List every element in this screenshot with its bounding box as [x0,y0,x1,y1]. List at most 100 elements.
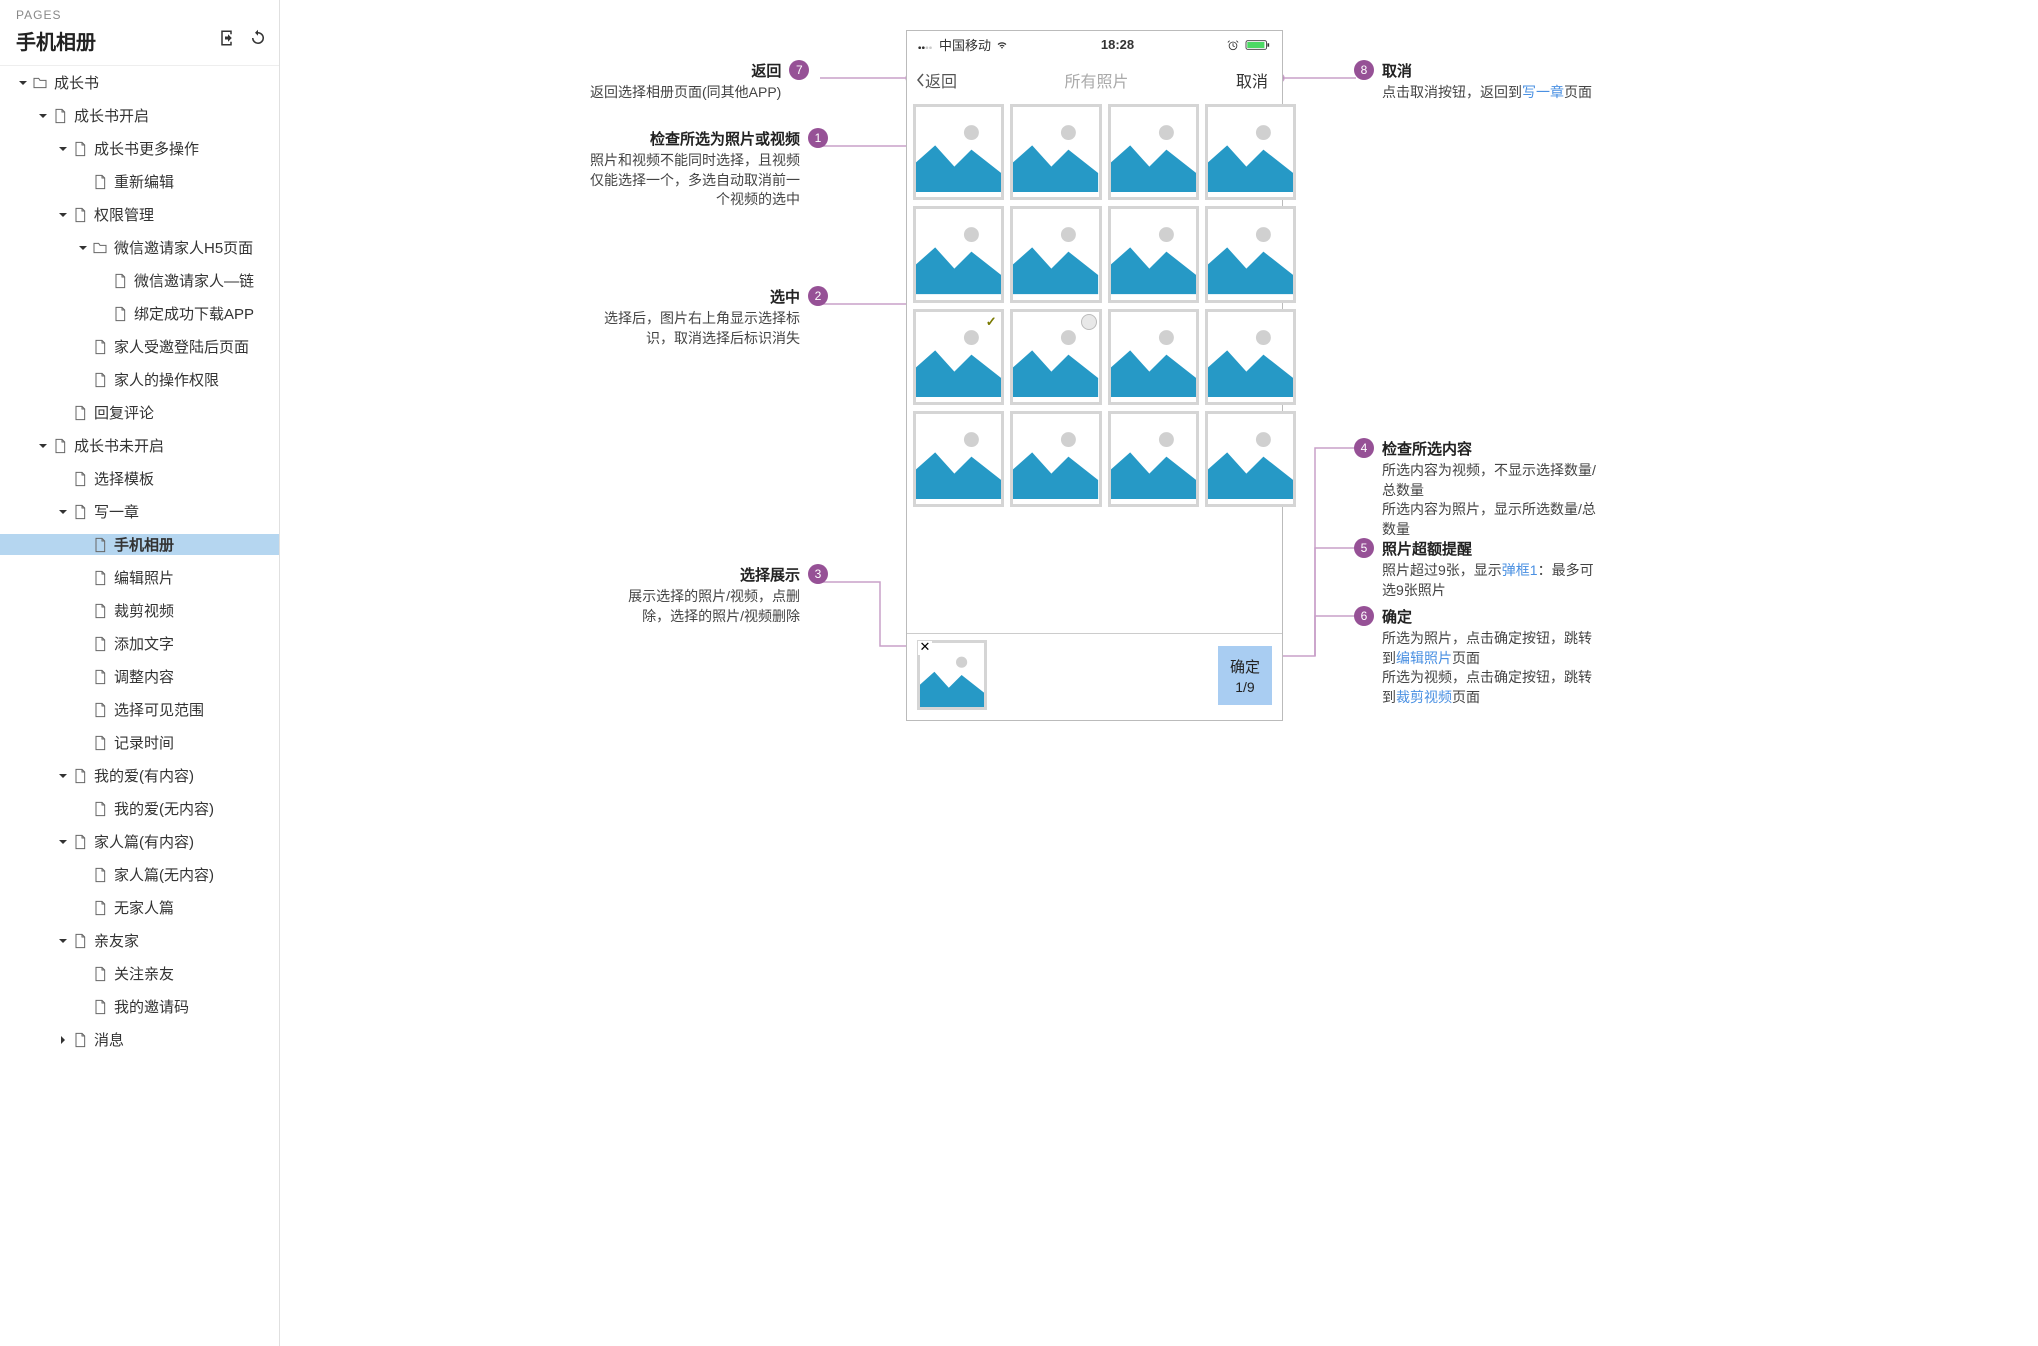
tree-item[interactable]: 家人的操作权限 [0,363,279,396]
annotation-title: 取消 [1382,60,1592,81]
export-icon[interactable] [219,29,237,52]
image-placeholder-icon [1208,414,1293,499]
tree-item[interactable]: 家人篇(无内容) [0,858,279,891]
photo-thumb[interactable] [1205,104,1296,200]
tree-item[interactable]: 记录时间 [0,726,279,759]
photo-thumb[interactable] [1010,104,1101,200]
tree-item[interactable]: 无家人篇 [0,891,279,924]
tree-item-label: 写一章 [94,501,139,522]
tree-item[interactable]: 微信邀请家人H5页面 [0,231,279,264]
twisty-icon[interactable] [76,243,90,253]
tree-item[interactable]: 成长书未开启 [0,429,279,462]
photo-thumb[interactable] [1205,309,1296,405]
tree-item[interactable]: 调整内容 [0,660,279,693]
folder-icon [32,75,48,91]
annotation-body: 点击取消按钮，返回到写一章页面 [1382,83,1592,103]
annotation-2: 2 选中 选择后，图片右上角显示选择标识，取消选择后标识消失 [590,286,828,348]
tree-item[interactable]: 重新编辑 [0,165,279,198]
photo-thumb[interactable] [1010,309,1101,405]
tree-item[interactable]: 选择可见范围 [0,693,279,726]
photo-thumb[interactable] [913,206,1004,302]
tree-item[interactable]: 我的邀请码 [0,990,279,1023]
photo-thumb[interactable] [1010,411,1101,507]
image-placeholder-icon [1111,312,1196,397]
remove-selection-icon[interactable]: ✕ [918,641,932,655]
photo-thumb[interactable] [1108,411,1199,507]
page-icon [72,471,88,487]
link-edit-photo[interactable]: 编辑照片 [1396,650,1452,666]
tree-item[interactable]: 添加文字 [0,627,279,660]
page-icon [72,405,88,421]
page-icon [72,933,88,949]
twisty-icon[interactable] [36,441,50,451]
selected-preview[interactable]: ✕ [917,640,987,710]
image-placeholder-icon [1111,414,1196,499]
tree-item[interactable]: 我的爱(无内容) [0,792,279,825]
tree-item[interactable]: 成长书 [0,66,279,99]
twisty-icon[interactable] [16,78,30,88]
image-placeholder-icon [916,414,1001,499]
signal-icon [917,39,935,51]
photo-thumb[interactable] [913,104,1004,200]
tree-item[interactable]: 权限管理 [0,198,279,231]
back-button[interactable]: 返回 [915,68,957,92]
tree-item[interactable]: 我的爱(有内容) [0,759,279,792]
page-icon [92,603,108,619]
photo-thumb[interactable] [913,411,1004,507]
link-write-chapter[interactable]: 写一章 [1522,84,1564,100]
tree-item[interactable]: 写一章 [0,495,279,528]
image-placeholder-icon [916,209,1001,294]
tree-item-label: 权限管理 [94,204,154,225]
twisty-icon[interactable] [56,210,70,220]
annotation-badge: 7 [789,60,809,80]
tree-item-label: 重新编辑 [114,171,174,192]
tree-item[interactable]: 成长书开启 [0,99,279,132]
tree-item[interactable]: 微信邀请家人—链 [0,264,279,297]
tree-item-label: 添加文字 [114,633,174,654]
tree-item[interactable]: 绑定成功下载APP [0,297,279,330]
page-icon [92,999,108,1015]
tree-item[interactable]: 亲友家 [0,924,279,957]
link-crop-video[interactable]: 裁剪视频 [1396,689,1452,705]
wifi-icon [995,39,1009,51]
connector-line [820,70,920,90]
page-icon [52,108,68,124]
image-placeholder-icon [1208,312,1293,397]
photo-thumb[interactable] [1108,309,1199,405]
tree-item[interactable]: 编辑照片 [0,561,279,594]
tree-item[interactable]: 家人篇(有内容) [0,825,279,858]
twisty-icon[interactable] [56,507,70,517]
refresh-icon[interactable] [249,29,267,52]
photo-thumb[interactable] [1205,411,1296,507]
tree-item-label: 我的邀请码 [114,996,189,1017]
link-dialog1[interactable]: 弹框1 [1502,562,1538,578]
tree-item[interactable]: 成长书更多操作 [0,132,279,165]
tree-item[interactable]: 家人受邀登陆后页面 [0,330,279,363]
photo-thumb[interactable]: ✓ [913,309,1004,405]
photo-thumb[interactable] [1108,104,1199,200]
tree-item[interactable]: 选择模板 [0,462,279,495]
twisty-icon[interactable] [56,144,70,154]
photo-thumb[interactable] [1108,206,1199,302]
twisty-icon[interactable] [56,1035,70,1045]
twisty-icon[interactable] [36,111,50,121]
annotation-body: 所选内容为视频，不显示选择数量/总数量 所选内容为照片，显示所选数量/总数量 [1382,461,1602,539]
photo-thumb[interactable] [1205,206,1296,302]
twisty-icon[interactable] [56,837,70,847]
annotation-badge: 1 [808,128,828,148]
bottom-bar: ✕ 确定 1/9 [907,633,1282,720]
tree-item[interactable]: 手机相册 [0,528,279,561]
tree-item-label: 亲友家 [94,930,139,951]
twisty-icon[interactable] [56,936,70,946]
confirm-button[interactable]: 确定 1/9 [1218,646,1272,705]
twisty-icon[interactable] [56,771,70,781]
cancel-button[interactable]: 取消 [1236,68,1268,92]
connector-line [1276,70,1356,90]
image-placeholder-icon [1013,414,1098,499]
annotation-title: 返回 [590,60,781,81]
tree-item[interactable]: 关注亲友 [0,957,279,990]
tree-item[interactable]: 回复评论 [0,396,279,429]
tree-item[interactable]: 消息 [0,1023,279,1056]
tree-item[interactable]: 裁剪视频 [0,594,279,627]
photo-thumb[interactable] [1010,206,1101,302]
